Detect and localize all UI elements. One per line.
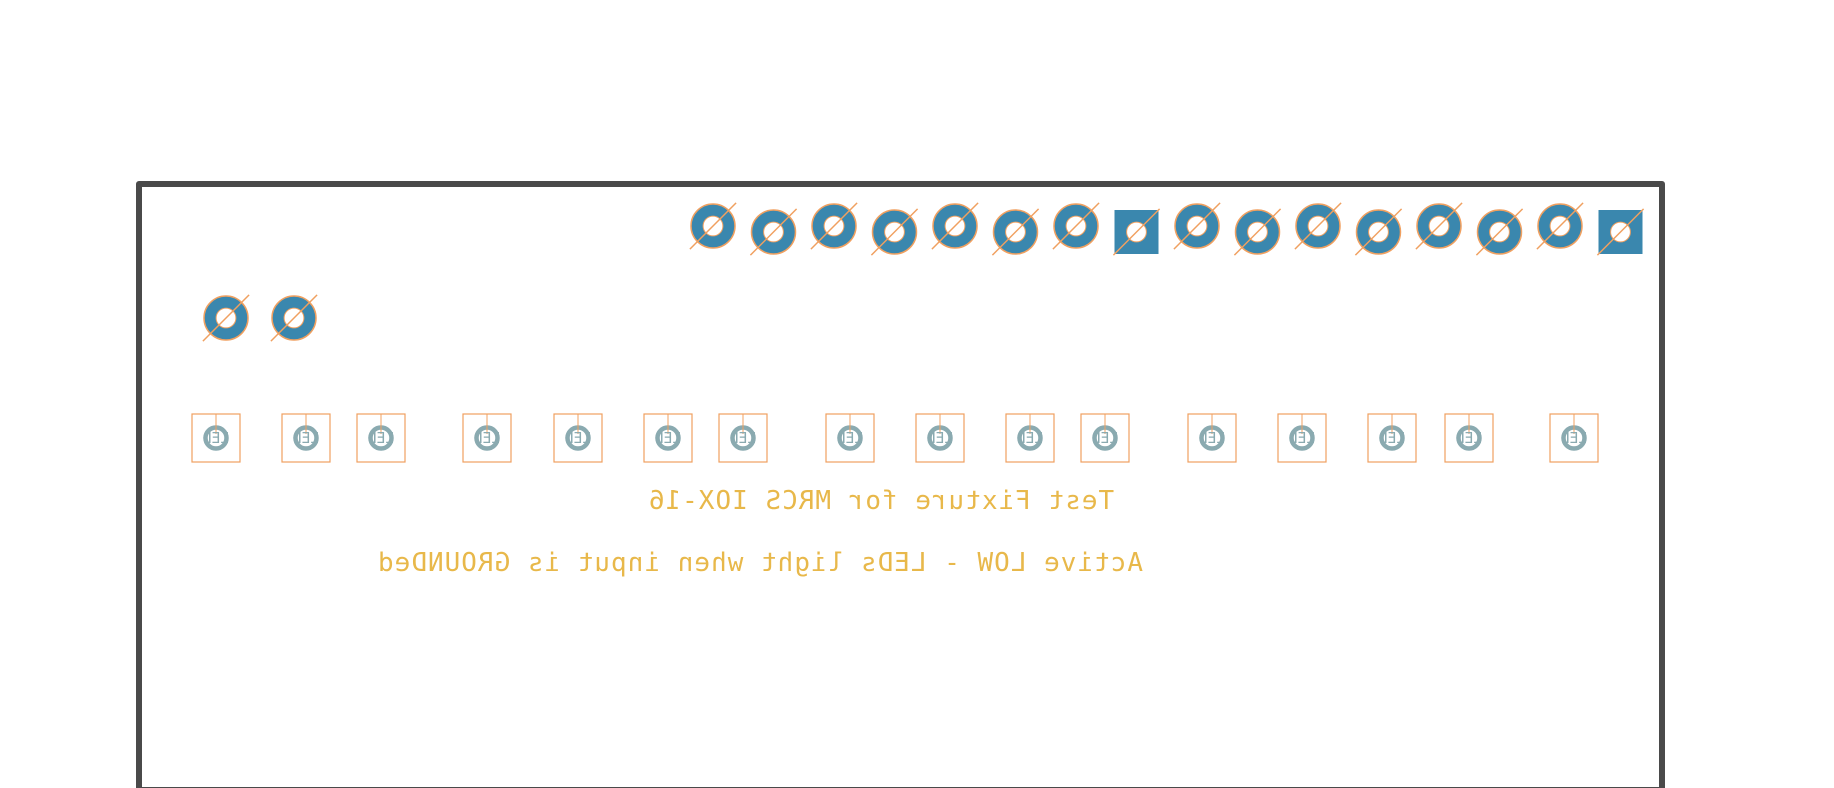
led-label: LED — [1091, 429, 1118, 447]
header-pin-2 — [749, 208, 798, 256]
header-pin-9 — [1173, 202, 1221, 250]
led-9: LED — [915, 413, 965, 463]
led-label: LED — [1560, 429, 1587, 447]
header-pins — [689, 202, 1645, 256]
pcb-board: LED LED LED LED LED LED LED LED LED LED LED LED LED L… — [136, 181, 1665, 788]
header-pin-10 — [1233, 208, 1282, 256]
led-label: LED — [654, 429, 681, 447]
header-pin-15 — [1536, 202, 1584, 250]
led-15: LED — [1444, 413, 1494, 463]
led-4: LED — [462, 413, 512, 463]
led-7: LED — [718, 413, 768, 463]
header-pin-12 — [1354, 208, 1403, 256]
header-pin-4 — [870, 208, 919, 256]
led-14: LED — [1367, 413, 1417, 463]
led-label: LED — [836, 429, 863, 447]
power-pins — [202, 294, 318, 342]
led-8: LED — [825, 413, 875, 463]
header-pin-11 — [1294, 202, 1342, 250]
led-label: LED — [367, 429, 394, 447]
silkscreen-text: Test Fixture for MRCS IOX-16 Active LOW … — [377, 486, 1143, 578]
header-pin-8 — [1112, 208, 1161, 256]
led-1: LED — [191, 413, 241, 463]
led-label: LED — [202, 429, 229, 447]
header-pin-3 — [810, 202, 858, 250]
led-label: LED — [292, 429, 319, 447]
header-pin-14 — [1475, 208, 1524, 256]
header-pin-13 — [1415, 202, 1463, 250]
led-12: LED — [1187, 413, 1237, 463]
header-pin-1 — [689, 202, 737, 250]
led-label: LED — [564, 429, 591, 447]
led-label: LED — [1198, 429, 1225, 447]
led-label: LED — [1016, 429, 1043, 447]
led-3: LED — [356, 413, 406, 463]
led-6: LED — [643, 413, 693, 463]
power-pin-2 — [270, 294, 318, 342]
led-10: LED — [1005, 413, 1055, 463]
led-label: LED — [1288, 429, 1315, 447]
led-11: LED — [1080, 413, 1130, 463]
header-pin-7 — [1052, 202, 1100, 250]
led-13: LED — [1277, 413, 1327, 463]
led-row: LED LED LED LED LED LED LED LED LED LED LED LED LED L… — [191, 413, 1599, 463]
led-label: LED — [473, 429, 500, 447]
led-label: LED — [926, 429, 953, 447]
power-pin-1 — [202, 294, 250, 342]
header-pin-6 — [991, 208, 1040, 256]
silkscreen-line-1: Test Fixture for MRCS IOX-16 — [648, 486, 1114, 516]
led-label: LED — [729, 429, 756, 447]
led-label: LED — [1378, 429, 1405, 447]
header-pin-16 — [1596, 208, 1645, 256]
led-5: LED — [553, 413, 603, 463]
header-pin-5 — [931, 202, 979, 250]
led-2: LED — [281, 413, 331, 463]
led-label: LED — [1455, 429, 1482, 447]
silkscreen-line-2: Active LOW - LEDs light when input is GR… — [377, 548, 1143, 578]
led-16: LED — [1549, 413, 1599, 463]
